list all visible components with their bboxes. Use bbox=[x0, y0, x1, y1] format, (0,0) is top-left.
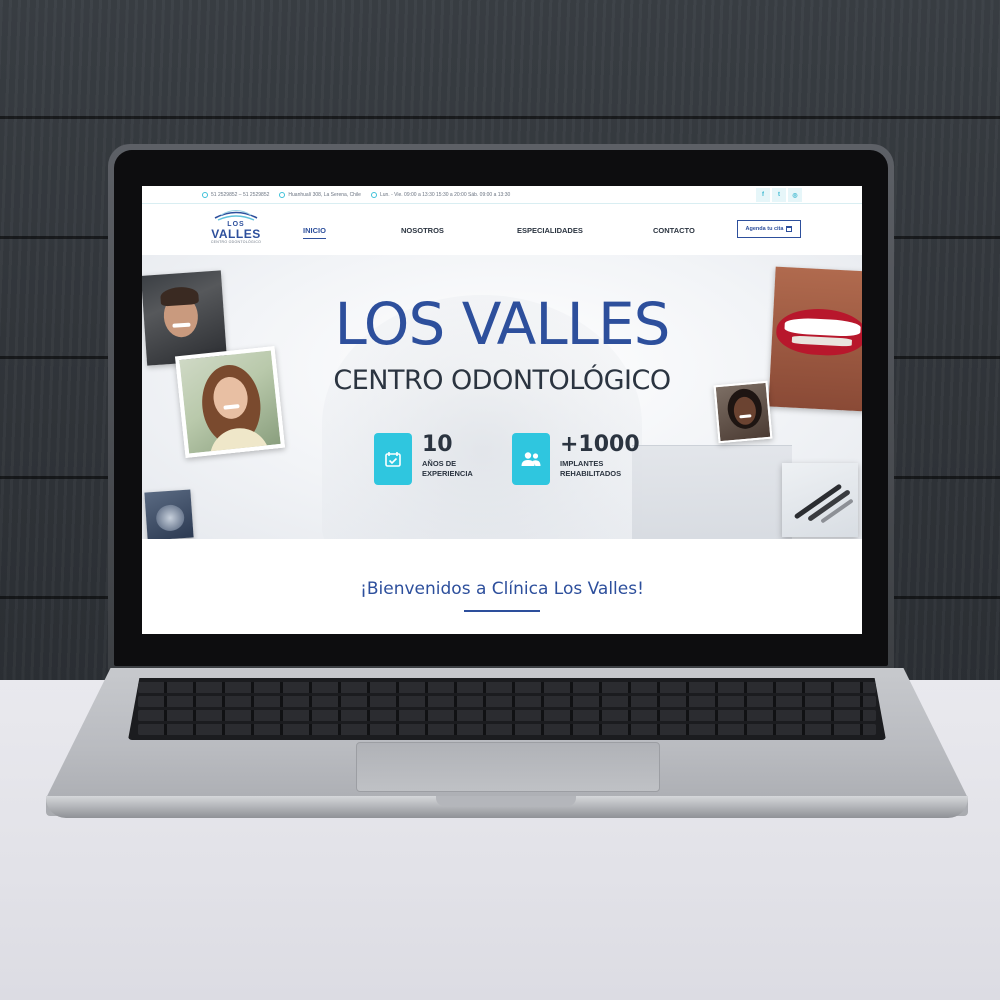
hero-banner: LOS VALLES CENTRO ODONTOLÓGICO 10 AÑOS D… bbox=[142, 255, 862, 539]
hero-title: LOS VALLES bbox=[334, 290, 671, 358]
instagram-icon[interactable]: ◎ bbox=[788, 188, 802, 202]
facebook-icon[interactable]: f bbox=[756, 188, 770, 202]
book-appointment-button[interactable]: Agenda tu cita bbox=[737, 220, 801, 238]
laptop-keyboard bbox=[128, 678, 886, 740]
laptop-screen-website: 51 2529852 – 51 2529852 Huanhualí 308, L… bbox=[142, 186, 862, 634]
logo-text-tagline: CENTRO ODONTOLÓGICO bbox=[210, 240, 262, 244]
stat-experience-label: AÑOS DE EXPERIENCIA bbox=[422, 459, 473, 478]
smiling-girl-photo bbox=[174, 346, 286, 458]
users-icon bbox=[512, 433, 550, 485]
top-info-bar: 51 2529852 – 51 2529852 Huanhualí 308, L… bbox=[142, 186, 862, 204]
stat-implants-number: +1000 bbox=[560, 432, 640, 457]
laptop-lid-notch bbox=[436, 796, 576, 806]
stat-experience-number: 10 bbox=[422, 432, 453, 457]
nav-item-nosotros[interactable]: NOSOTROS bbox=[401, 226, 444, 235]
social-links: f t ◎ bbox=[756, 188, 802, 202]
book-appointment-label: Agenda tu cita bbox=[745, 226, 784, 232]
stat-experience: 10 AÑOS DE EXPERIENCIA bbox=[374, 433, 502, 485]
dental-tools-photo bbox=[144, 489, 194, 539]
nav-item-especialidades[interactable]: ESPECIALIDADES bbox=[517, 226, 583, 235]
stat-implants-label: IMPLANTES REHABILITADOS bbox=[560, 459, 622, 478]
address-info[interactable]: Huanhualí 308, La Serena, Chile bbox=[279, 191, 361, 198]
smile-closeup-photo bbox=[768, 266, 862, 412]
nav-item-inicio[interactable]: INICIO bbox=[303, 226, 326, 239]
nav-item-contacto[interactable]: CONTACTO bbox=[653, 226, 695, 235]
address-text: Huanhualí 308, La Serena, Chile bbox=[288, 191, 361, 198]
phone-info[interactable]: 51 2529852 – 51 2529852 bbox=[202, 191, 270, 198]
stat-implants: +1000 IMPLANTES REHABILITADOS bbox=[512, 433, 640, 485]
site-logo[interactable]: LOS VALLES CENTRO ODONTOLÓGICO bbox=[208, 209, 264, 253]
laptop-trackpad bbox=[356, 742, 660, 792]
smiling-woman-photo bbox=[713, 380, 773, 444]
hours-text: Lun. - Vie. 09:00 a 13:30 15:30 a 20:00 … bbox=[379, 191, 511, 198]
cabinet-background bbox=[632, 445, 792, 539]
logo-text-valles: VALLES bbox=[211, 227, 261, 241]
calendar-check-icon bbox=[374, 433, 412, 485]
phone-icon bbox=[202, 191, 208, 198]
welcome-underline bbox=[464, 610, 540, 612]
logo-waves-icon bbox=[214, 209, 258, 221]
clock-icon bbox=[370, 191, 377, 198]
hours-info: Lun. - Vie. 09:00 a 13:30 15:30 a 20:00 … bbox=[370, 191, 511, 198]
location-pin-icon bbox=[279, 191, 286, 198]
calendar-icon bbox=[786, 226, 793, 232]
dental-drill-photo bbox=[782, 463, 858, 537]
phone-text: 51 2529852 – 51 2529852 bbox=[211, 191, 270, 198]
twitter-icon[interactable]: t bbox=[772, 188, 786, 202]
welcome-heading: ¡Bienvenidos a Clínica Los Valles! bbox=[360, 579, 644, 599]
main-navigation: LOS VALLES CENTRO ODONTOLÓGICO INICIO NO… bbox=[142, 205, 862, 255]
